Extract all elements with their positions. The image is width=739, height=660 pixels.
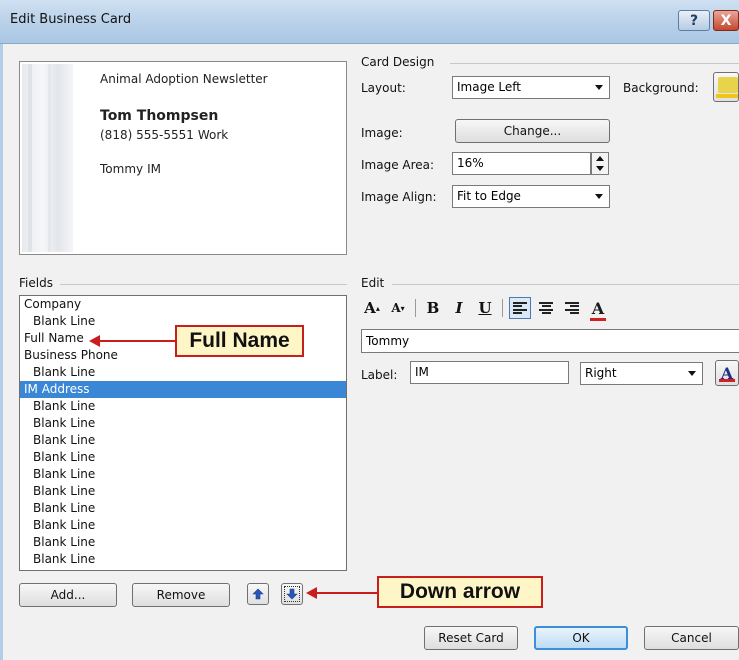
spin-down-icon[interactable] — [596, 166, 604, 171]
field-list-item[interactable]: Blank Line — [20, 534, 346, 551]
preview-phone: (818) 555-5551 Work — [100, 128, 228, 142]
edit-heading: Edit — [361, 276, 391, 290]
field-list-item[interactable]: Blank Line — [20, 568, 346, 570]
font-color-button[interactable]: A — [587, 297, 609, 321]
full-name-callout: Full Name — [175, 325, 304, 357]
label-label: Label: — [361, 368, 398, 382]
close-button[interactable]: X — [713, 10, 739, 31]
field-list-item[interactable]: Blank Line — [20, 551, 346, 568]
image-align-label: Image Align: — [361, 190, 437, 204]
remove-field-button[interactable]: Remove — [132, 583, 230, 607]
edit-divider — [392, 284, 739, 285]
align-center-button[interactable] — [535, 297, 557, 319]
label-color-icon: A — [720, 363, 734, 383]
field-list-item[interactable]: Blank Line — [20, 364, 346, 381]
toolbar-separator — [415, 299, 416, 317]
card-design-divider — [450, 63, 739, 64]
down-arrow-callout: Down arrow — [377, 576, 543, 608]
field-list-item[interactable]: Blank Line — [20, 483, 346, 500]
field-list-item[interactable]: Blank Line — [20, 432, 346, 449]
chevron-down-icon — [595, 194, 603, 199]
reset-card-button[interactable]: Reset Card — [424, 626, 518, 650]
change-image-button[interactable]: Change... — [455, 119, 610, 143]
label-position-value: Right — [585, 366, 617, 380]
paint-bucket-icon — [718, 77, 738, 93]
field-list-item[interactable]: Company — [20, 296, 346, 313]
field-list-item[interactable]: Blank Line — [20, 517, 346, 534]
preview-full-name: Tom Thompsen — [100, 108, 219, 124]
label-input[interactable]: IM — [410, 361, 569, 384]
label-position-select[interactable]: Right — [580, 362, 703, 385]
preview-phone-label: Work — [197, 128, 229, 142]
help-button[interactable]: ? — [678, 10, 710, 31]
preview-company: Animal Adoption Newsletter — [100, 72, 268, 86]
background-color-button[interactable] — [713, 72, 739, 102]
field-list-item[interactable]: Blank Line — [20, 500, 346, 517]
color-bar — [716, 94, 738, 98]
fields-divider — [60, 284, 347, 285]
font-color-icon: A — [589, 298, 607, 321]
underline-button[interactable]: U — [474, 297, 496, 319]
label-color-button[interactable]: A — [715, 360, 739, 386]
layout-value: Image Left — [457, 80, 521, 94]
preview-im: Tommy IM — [100, 162, 161, 176]
preview-im-value: Tommy — [100, 162, 144, 176]
card-background-image — [22, 64, 73, 252]
spin-up-icon[interactable] — [596, 156, 604, 161]
toolbar-separator — [502, 299, 503, 317]
bold-button[interactable]: B — [422, 297, 444, 319]
chevron-down-icon — [688, 371, 696, 376]
field-list-item[interactable]: Blank Line — [20, 466, 346, 483]
italic-button[interactable]: I — [448, 297, 470, 319]
align-center-icon — [539, 302, 553, 314]
layout-label: Layout: — [361, 81, 406, 95]
add-field-button[interactable]: Add... — [19, 583, 117, 607]
field-list-item[interactable]: IM Address — [20, 381, 346, 398]
move-down-button[interactable] — [281, 583, 303, 605]
align-left-button[interactable] — [509, 297, 531, 319]
preview-phone-number: (818) 555-5551 — [100, 128, 194, 142]
arrow-down-icon — [286, 588, 298, 600]
background-label: Background: — [623, 81, 699, 95]
image-align-select[interactable]: Fit to Edge — [452, 185, 610, 208]
field-list-item[interactable]: Blank Line — [20, 398, 346, 415]
card-design-heading: Card Design — [361, 55, 441, 69]
align-right-icon — [565, 302, 579, 314]
grow-font-icon: A — [364, 299, 376, 317]
image-area-label: Image Area: — [361, 158, 435, 172]
shrink-font-button[interactable]: A ▾ — [387, 297, 409, 319]
format-toolbar: A ▴ A ▾ B I U A — [361, 296, 613, 321]
align-right-button[interactable] — [561, 297, 583, 319]
chevron-down-icon — [595, 85, 603, 90]
field-list-item[interactable]: Blank Line — [20, 449, 346, 466]
grow-font-button[interactable]: A ▴ — [361, 297, 383, 319]
image-area-spinner[interactable] — [591, 152, 609, 175]
ok-button[interactable]: OK — [534, 626, 628, 650]
preview-im-label: IM — [147, 162, 162, 176]
arrow-up-icon — [252, 588, 264, 600]
card-preview: Animal Adoption Newsletter Tom Thompsen … — [19, 61, 347, 255]
edit-business-card-dialog: Edit Business Card ? X Animal Adoption N… — [0, 0, 739, 660]
field-text-input[interactable]: Tommy — [361, 329, 739, 353]
callout-arrow-line — [98, 340, 176, 342]
image-align-value: Fit to Edge — [457, 189, 521, 203]
dialog-title: Edit Business Card — [10, 12, 132, 27]
field-list-item[interactable]: Blank Line — [20, 415, 346, 432]
callout-arrow-line — [315, 592, 378, 594]
shrink-font-icon: A — [391, 301, 401, 315]
image-area-input[interactable]: 16% — [452, 152, 591, 175]
title-bar: Edit Business Card ? X — [0, 0, 739, 44]
layout-select[interactable]: Image Left — [452, 76, 610, 99]
fields-heading: Fields — [19, 276, 59, 290]
align-left-icon — [513, 302, 527, 314]
move-up-button[interactable] — [247, 583, 269, 605]
cancel-button[interactable]: Cancel — [644, 626, 739, 650]
image-label: Image: — [361, 126, 403, 140]
